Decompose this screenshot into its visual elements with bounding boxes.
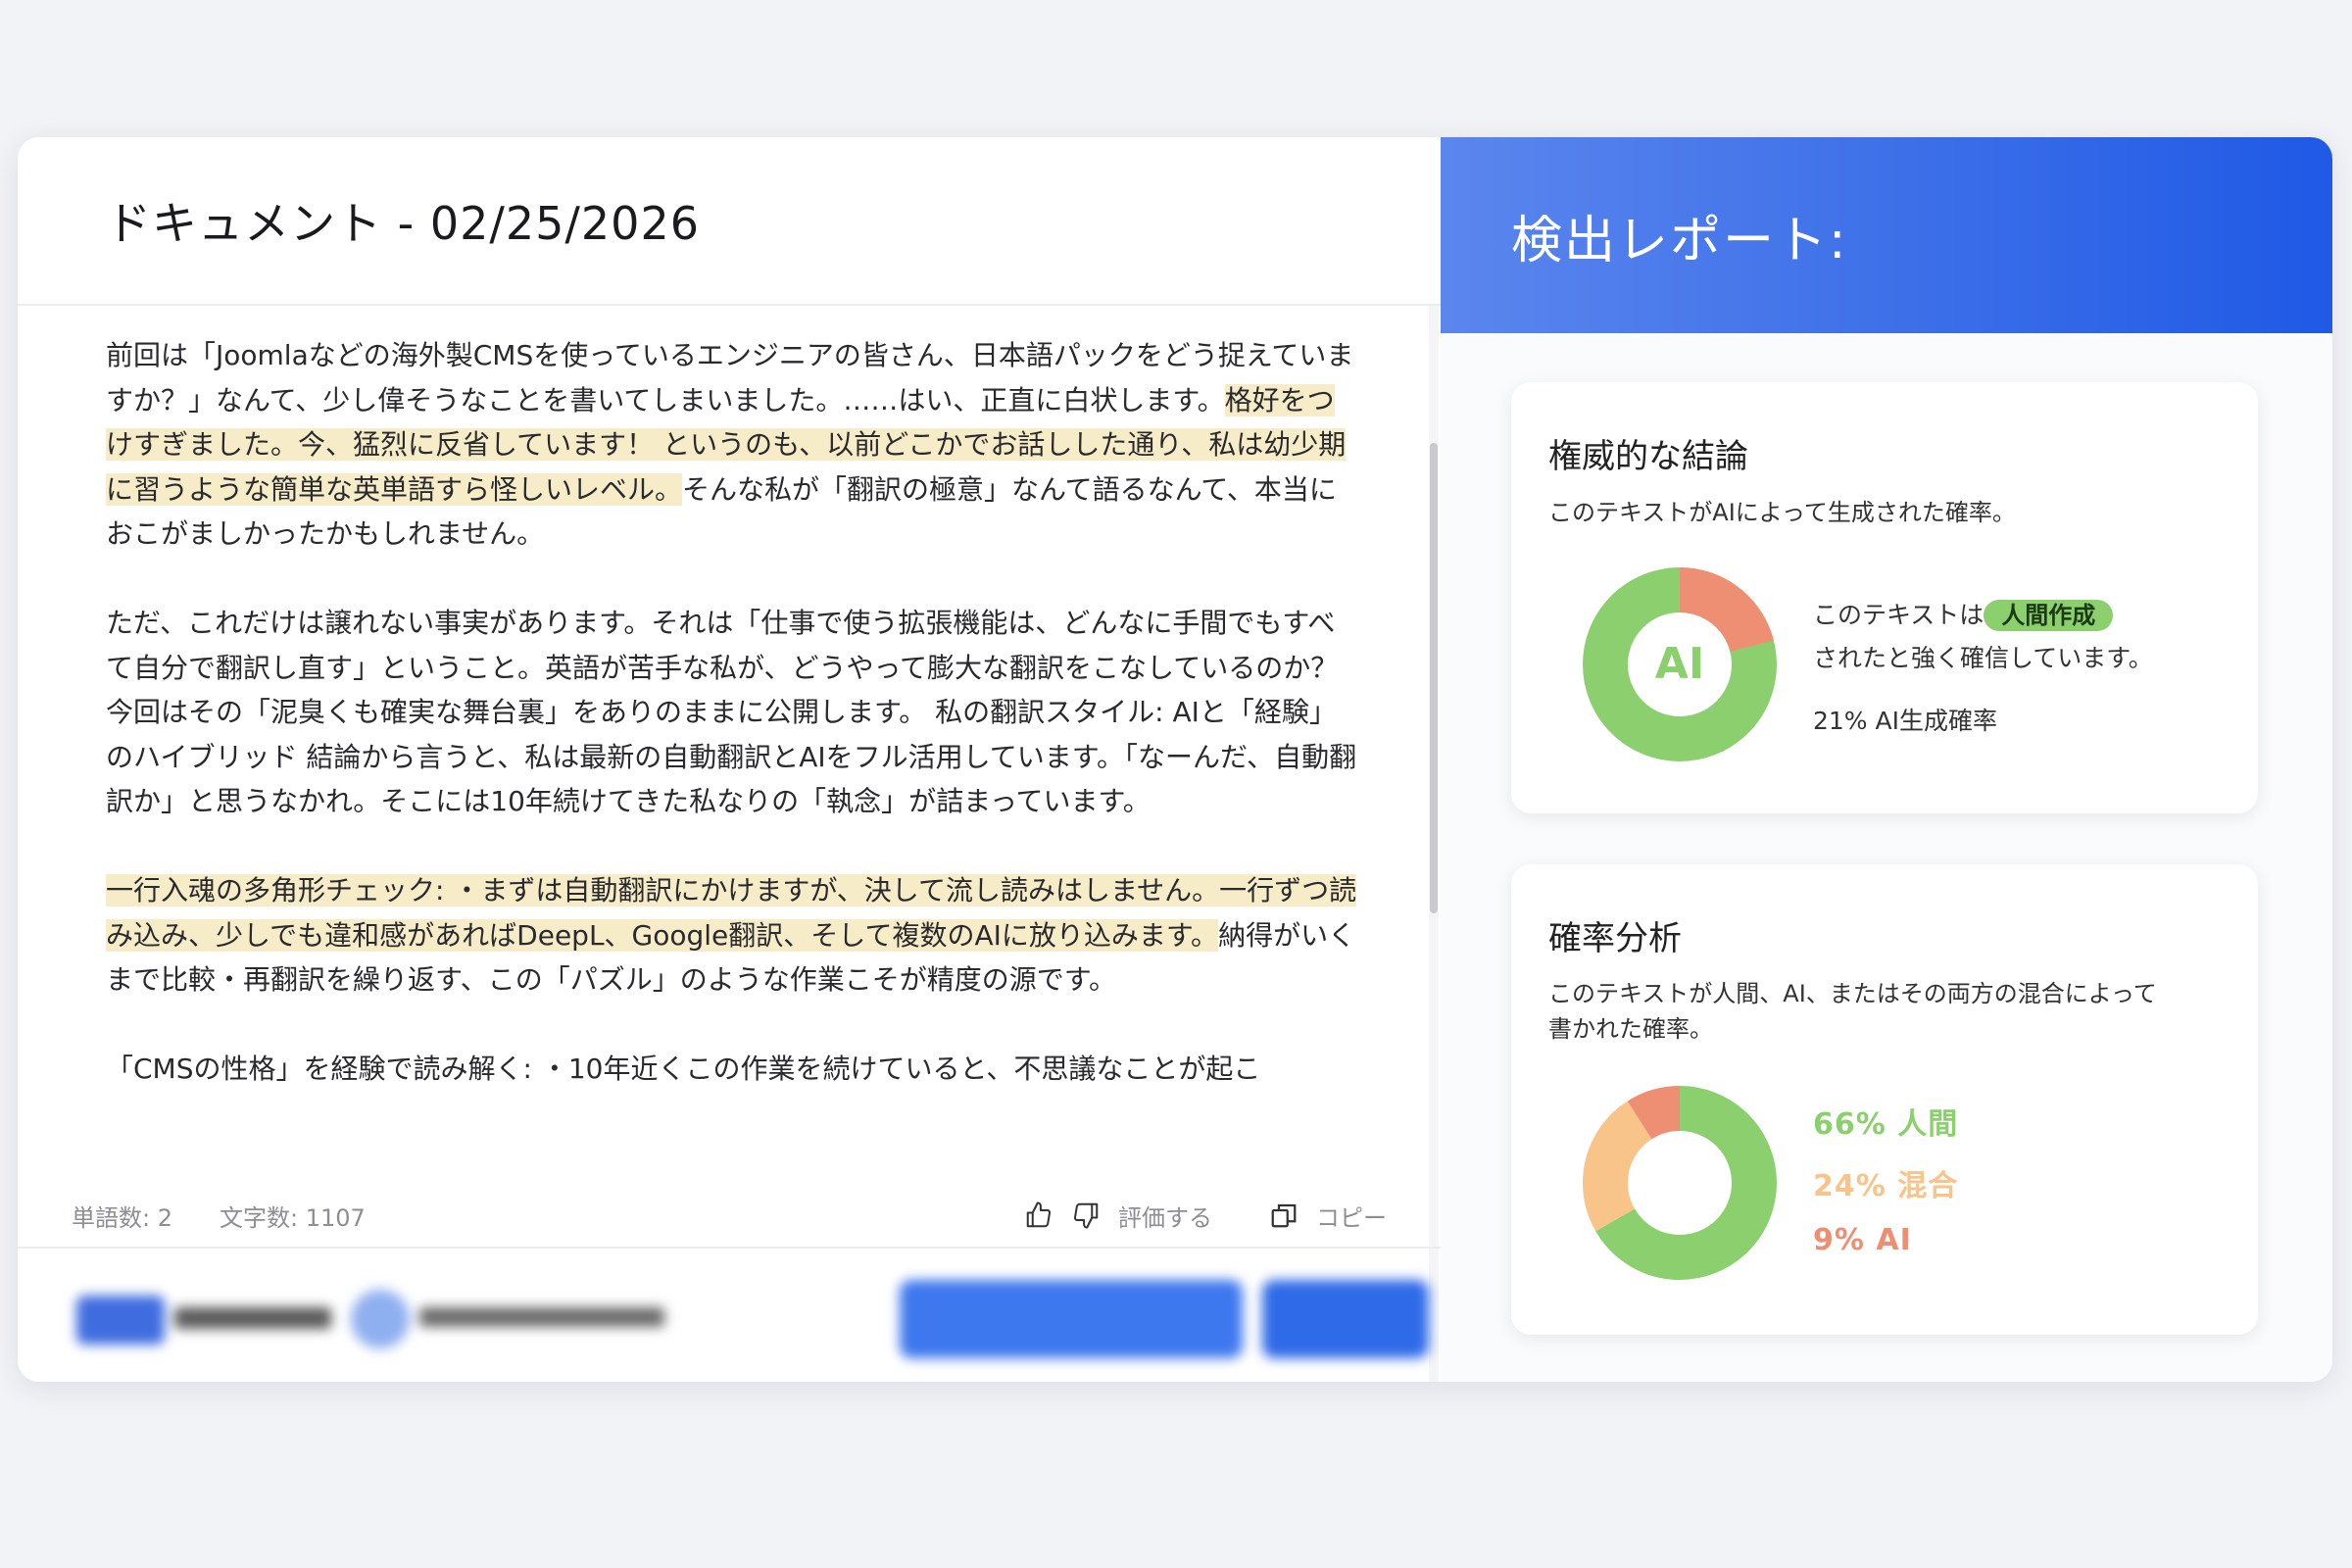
legend-ai: 9% AI (1813, 1223, 1912, 1257)
document-paragraph: 「CMSの性格」を経験で読み解く: ・10年近くこの作業を続けていると、不思議な… (106, 1047, 1360, 1092)
analysis-subtitle-line2: 書かれた確率。 (1548, 1015, 1713, 1043)
document-paragraph: ただ、これだけは譲れない事実があります。それは「仕事で使う拡張機能は、どんなに手… (106, 601, 1360, 824)
probability-analysis-panel: 確率分析 このテキストが人間、AI、またはその両方の混合によって 書かれた確率。… (1511, 864, 2258, 1335)
analysis-subtitle-line1: このテキストが人間、AI、またはその両方の混合によって (1548, 980, 2157, 1007)
blurred-text (174, 1307, 331, 1329)
analysis-heading: 確率分析 (1548, 919, 1682, 958)
report-panel: 検出レポート: 権威的な結論 このテキストがAIによって生成された確率。 AI … (1441, 137, 2332, 1382)
text-segment: 「CMSの性格」を経験で読み解く: ・10年近くこの作業を続けていると、不思議な… (106, 1053, 1261, 1085)
document-title: ドキュメント - 02/25/2026 (106, 197, 700, 250)
copy-icon[interactable] (1269, 1200, 1298, 1230)
document-header: ドキュメント - 02/25/2026 (18, 137, 1441, 306)
document-footer: 単語数: 2 文字数: 1107 評価する コピー (18, 1186, 1441, 1245)
char-count: 文字数: 1107 (219, 1203, 366, 1232)
blurred-primary-button[interactable] (900, 1280, 1243, 1358)
report-header: 検出レポート: (1441, 137, 2332, 333)
donut-center-label: AI (1655, 639, 1704, 689)
footer-actions: 評価する コピー (1024, 1186, 1387, 1245)
word-count: 単語数: 2 (72, 1203, 172, 1232)
report-title: 検出レポート: (1511, 211, 1848, 270)
text-segment: ただ、これだけは譲れない事実があります。それは「仕事で使う拡張機能は、どんなに手… (106, 607, 1357, 817)
verdict-prefix: このテキストは (1813, 601, 1984, 629)
thumbs-up-icon[interactable] (1024, 1200, 1054, 1230)
blurred-text-2 (419, 1307, 664, 1327)
document-paragraph: 前回は「Joomlaなどの海外製CMSを使っているエンジニアの皆さん、日本語パッ… (106, 333, 1360, 557)
legend-human: 66% 人間 (1813, 1107, 1959, 1142)
probability-breakdown-donut (1583, 1086, 1777, 1280)
legend-mixed: 24% 混合 (1813, 1169, 1959, 1203)
blurred-logo-2 (351, 1290, 410, 1348)
thumbs-down-icon[interactable] (1071, 1200, 1101, 1230)
ai-probability-text: 21% AI生成確率 (1813, 707, 1997, 735)
scrollbar-thumb[interactable] (1430, 443, 1438, 913)
conclusion-heading: 権威的な結論 (1548, 437, 1748, 476)
detector-card: ドキュメント - 02/25/2026 前回は「Joomlaなどの海外製CMSを… (18, 137, 2332, 1382)
conclusion-subtitle: このテキストがAIによって生成された確率。 (1548, 499, 2016, 526)
verdict-line-1: このテキストは 人間作成 (1813, 596, 2114, 631)
ai-probability-donut: AI (1583, 567, 1777, 761)
blurred-action-bar (18, 1249, 1441, 1382)
verdict-line-2: されたと強く確信しています。 (1813, 644, 2153, 672)
blurred-secondary-button[interactable] (1262, 1280, 1429, 1358)
document-text[interactable]: 前回は「Joomlaなどの海外製CMSを使っているエンジニアの皆さん、日本語パッ… (106, 333, 1360, 1323)
document-panel: ドキュメント - 02/25/2026 前回は「Joomlaなどの海外製CMSを… (18, 137, 1441, 1382)
human-written-badge: 人間作成 (1984, 600, 2114, 631)
rate-button[interactable]: 評価する (1118, 1199, 1212, 1233)
copy-button[interactable]: コピー (1316, 1199, 1387, 1233)
blurred-logo (76, 1296, 165, 1345)
text-segment: 前回は「Joomlaなどの海外製CMSを使っているエンジニアの皆さん、日本語パッ… (106, 339, 1354, 416)
document-paragraph: 一行入魂の多角形チェック: ・まずは自動翻訳にかけますが、決して流し読みはしませ… (106, 868, 1360, 1003)
highlighted-sentence: 一行入魂の多角形チェック: ・まずは自動翻訳にかけますが、決して流し読みはしませ… (106, 874, 1357, 952)
conclusion-panel: 権威的な結論 このテキストがAIによって生成された確率。 AI このテキストは人… (1511, 382, 2258, 813)
